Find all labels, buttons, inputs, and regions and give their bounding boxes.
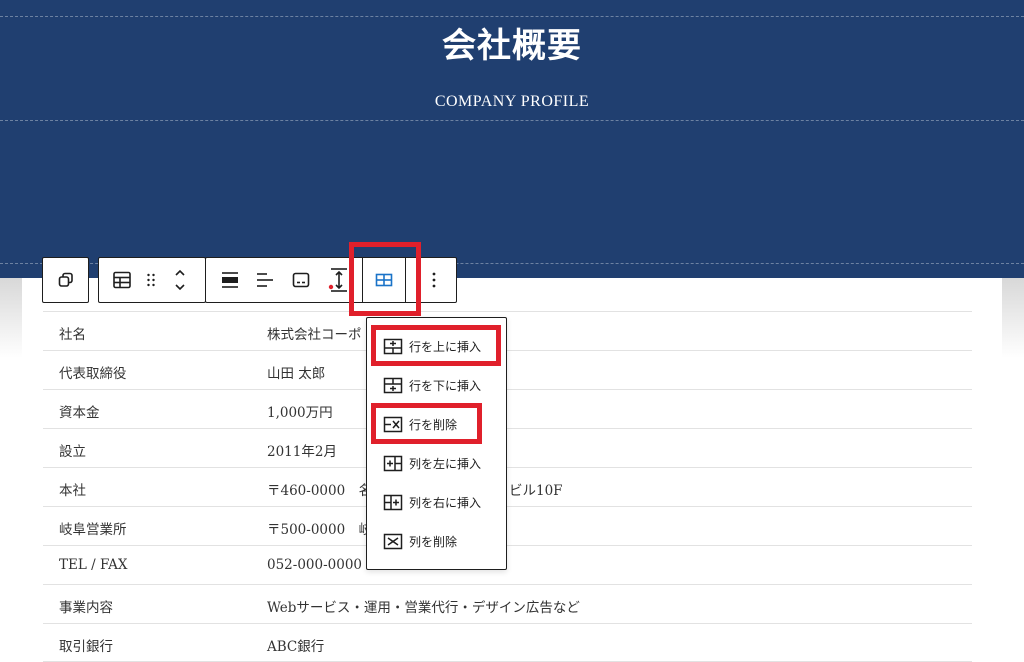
- table-cell-label[interactable]: TEL / FAX: [59, 557, 128, 573]
- more-options-button[interactable]: [418, 258, 450, 302]
- vertical-spacing-icon: [328, 268, 347, 292]
- table-cell-value-tail[interactable]: ビル10F: [509, 479, 563, 499]
- table-cell-label[interactable]: 岐阜営業所: [59, 518, 127, 538]
- table-row[interactable]: 岐阜営業所 〒500-0000 岐: [43, 506, 972, 545]
- table-cell-label[interactable]: 資本金: [59, 401, 100, 421]
- align-button[interactable]: [214, 258, 246, 302]
- hero-divider-top: [0, 16, 1024, 17]
- table-cell-label[interactable]: 代表取締役: [59, 362, 127, 382]
- table-cell-value[interactable]: 〒460-0000 名: [267, 479, 372, 499]
- table-cell-label[interactable]: 取引銀行: [59, 635, 113, 655]
- table-cell-value[interactable]: 052-000-0000: [267, 557, 362, 573]
- insert-column-left-icon: [383, 455, 403, 471]
- page-title: 会社概要: [442, 26, 582, 66]
- content-shadow-left: [0, 278, 22, 358]
- caption-button[interactable]: [286, 258, 316, 302]
- caption-icon: [292, 272, 310, 288]
- highlight-edit-table-button: [349, 242, 421, 316]
- table-row[interactable]: 設立 2011年2月: [43, 428, 972, 467]
- table-row[interactable]: 代表取締役 山田 太郎: [43, 350, 972, 389]
- menu-item-label: 列を削除: [409, 534, 458, 549]
- menu-item-label: 列を右に挿入: [409, 495, 482, 510]
- toolbar-group-transform: [42, 257, 89, 303]
- table-row[interactable]: 事業内容 Webサービス・運用・営業代行・デザイン広告など: [43, 584, 972, 623]
- highlight-delete-row: [371, 403, 482, 444]
- table-row[interactable]: 本社 〒460-0000 名 ビル10F: [43, 467, 972, 506]
- table-cell-value[interactable]: 株式会社コーポ: [267, 323, 362, 343]
- table-row[interactable]: 資本金 1,000万円: [43, 389, 972, 428]
- table-cell-value[interactable]: ABC銀行: [267, 635, 324, 655]
- toolbar-group-block: [98, 257, 206, 303]
- text-align-button[interactable]: [250, 258, 280, 302]
- table-block-button[interactable]: [105, 258, 139, 302]
- drag-handle-icon: [147, 273, 155, 287]
- insert-column-right-icon: [383, 494, 403, 510]
- duplicate-icon: [58, 272, 73, 287]
- table-cell-value[interactable]: 1,000万円: [267, 401, 333, 421]
- menu-item-delete-column[interactable]: 列を削除: [383, 529, 457, 553]
- table-cell-value[interactable]: 〒500-0000 岐: [267, 518, 372, 538]
- menu-item-insert-column-right[interactable]: 列を右に挿入: [383, 490, 481, 514]
- block-transform-button[interactable]: [43, 258, 88, 302]
- table-row[interactable]: 社名 株式会社コーポ: [43, 311, 972, 350]
- drag-handle-button[interactable]: [141, 258, 161, 302]
- table-cell-value[interactable]: Webサービス・運用・営業代行・デザイン広告など: [267, 596, 580, 616]
- table-cell-label[interactable]: 設立: [59, 440, 86, 460]
- table-cell-label[interactable]: 事業内容: [59, 596, 113, 616]
- table-cell-value[interactable]: 2011年2月: [267, 440, 337, 460]
- menu-item-label: 列を左に挿入: [409, 456, 482, 471]
- hero-divider-middle: [0, 120, 1024, 121]
- menu-item-insert-column-left[interactable]: 列を左に挿入: [383, 451, 481, 475]
- table-icon: [113, 271, 131, 289]
- insert-row-below-icon: [383, 377, 403, 393]
- page-subtitle: COMPANY PROFILE: [434, 93, 590, 110]
- page-hero-banner: 会社概要 COMPANY PROFILE: [0, 0, 1024, 278]
- table-cell-label[interactable]: 本社: [59, 479, 86, 499]
- align-full-icon: [222, 272, 238, 288]
- content-shadow-right: [1002, 278, 1024, 358]
- highlight-insert-row-above: [371, 325, 501, 366]
- table-row[interactable]: 取引銀行 ABC銀行: [43, 623, 972, 662]
- menu-item-insert-row-below[interactable]: 行を下に挿入: [383, 373, 481, 397]
- more-vertical-icon: [432, 272, 436, 288]
- align-left-icon: [257, 273, 273, 287]
- table-row[interactable]: TEL / FAX 052-000-0000: [43, 545, 972, 584]
- chevron-updown-icon: [175, 269, 185, 291]
- table-cell-value[interactable]: 山田 太郎: [267, 362, 325, 382]
- menu-item-label: 行を下に挿入: [409, 378, 482, 393]
- move-up-down-button[interactable]: [167, 258, 193, 302]
- table-cell-label[interactable]: 社名: [59, 323, 86, 343]
- delete-column-icon: [383, 533, 403, 549]
